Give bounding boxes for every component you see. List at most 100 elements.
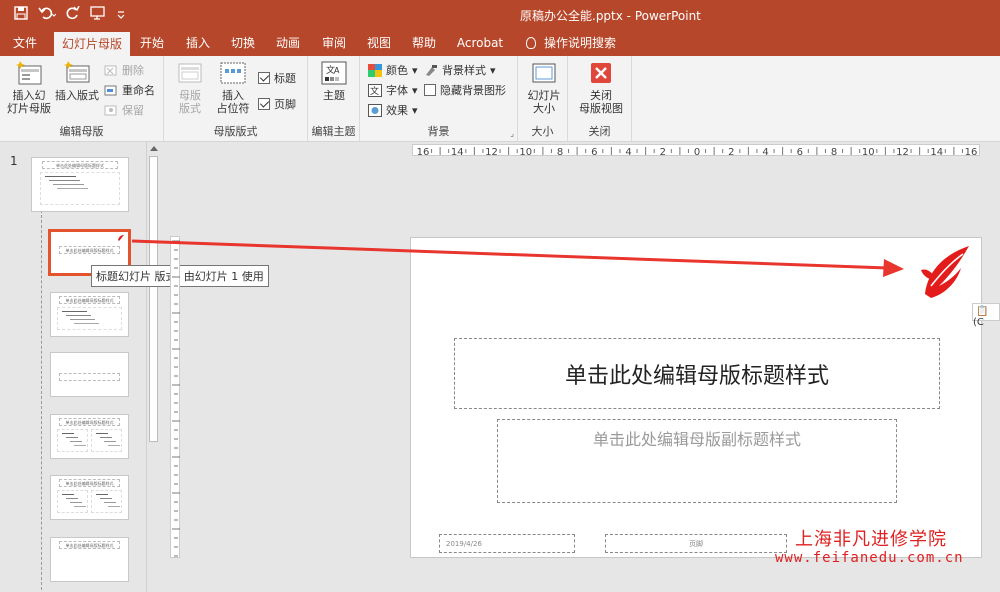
effects-icon <box>368 103 382 117</box>
insert-placeholder-button[interactable]: 插入 占位符 <box>212 60 254 115</box>
slide-number: 1 <box>10 154 18 168</box>
colors-label: 颜色 <box>386 64 408 77</box>
document-title: 原稿办公全能.pptx - PowerPoint <box>520 9 701 23</box>
save-icon[interactable] <box>14 5 28 25</box>
background-styles-button[interactable]: 背景样式 ▾ <box>424 62 496 78</box>
background-dialog-launcher-icon[interactable]: ⌟ <box>510 129 514 138</box>
ruler-label: 14 <box>451 147 464 157</box>
powerpoint-window: 原稿办公全能.pptx - PowerPoint 文件 幻灯片母版 开始 插入 … <box>0 0 1000 592</box>
redo-icon[interactable] <box>66 5 80 25</box>
ruler-label: 16 <box>965 147 978 157</box>
start-from-beginning-icon[interactable] <box>90 5 106 25</box>
tell-me-label: 操作说明搜索 <box>543 36 616 50</box>
watermark-url: www.feifanedu.com.cn <box>775 550 964 566</box>
effects-button[interactable]: 效果 ▾ <box>368 102 418 118</box>
svg-text:文: 文 <box>370 85 379 97</box>
hide-background-graphics-checkbox[interactable]: 隐藏背景图形 <box>424 82 506 98</box>
tab-review[interactable]: 审阅 <box>320 30 348 56</box>
colors-icon <box>368 63 382 77</box>
insert-placeholder-icon <box>219 60 247 86</box>
group-edit-master: 插入幻 灯片母版 插入版式 删除 重命名 保留 编辑母版 <box>0 56 164 142</box>
ruler-label: 0 <box>694 147 700 157</box>
delete-button[interactable]: 删除 <box>104 62 144 78</box>
paste-options-button[interactable]: 📋(C <box>972 303 1000 328</box>
tab-view[interactable]: 视图 <box>365 30 393 56</box>
thumbnail-layout-5-left <box>57 429 88 452</box>
master-layout-button[interactable]: 母版 版式 <box>170 60 210 115</box>
rename-button[interactable]: 重命名 <box>104 82 155 98</box>
hide-background-checkbox-box[interactable] <box>424 84 436 96</box>
footer-checkbox-box[interactable] <box>258 98 270 110</box>
group-edit-theme: 文A 主题 编辑主题 <box>308 56 360 142</box>
slide-canvas[interactable]: 单击此处编辑母版标题样式 单击此处编辑母版副标题样式 2019/4/26 页脚 <box>410 237 982 558</box>
ruler-label: 8 <box>831 147 837 157</box>
ruler-label: 6 <box>591 147 597 157</box>
thumbnail-layout-3-title: 单击此处编辑母版标题样式 <box>58 296 121 304</box>
scroll-up-icon[interactable] <box>150 146 158 151</box>
preserve-button[interactable]: 保留 <box>104 102 144 118</box>
subtitle-placeholder[interactable]: 单击此处编辑母版副标题样式 <box>497 419 897 503</box>
tab-file[interactable]: 文件 <box>10 30 40 56</box>
group-background: 颜色 ▾ 文 字体 ▾ 效果 ▾ 背景样式 ▾ 隐藏背景图形 背景 ⌟ <box>360 56 518 142</box>
layout-connector-line <box>41 210 42 590</box>
title-checkbox-box[interactable] <box>258 72 270 84</box>
slide-size-button[interactable]: 幻灯片 大小 <box>524 60 564 115</box>
thumbnail-layout-4[interactable] <box>50 352 129 397</box>
footer-checkbox[interactable]: 页脚 <box>258 96 296 112</box>
tab-animations[interactable]: 动画 <box>274 30 302 56</box>
tab-home[interactable]: 开始 <box>138 30 166 56</box>
tab-help[interactable]: 帮助 <box>410 30 438 56</box>
ruler-label: 12 <box>896 147 909 157</box>
thumbnail-layout-6[interactable]: 单击此处编辑母版标题样式 <box>50 475 129 520</box>
horizontal-ruler[interactable]: 16 14 12 10 8 6 4 2 0 2 4 6 8 10 12 14 16 <box>412 144 980 158</box>
title-placeholder[interactable]: 单击此处编辑母版标题样式 <box>454 338 940 409</box>
customize-qat-icon[interactable] <box>116 6 126 25</box>
insert-slide-master-button[interactable]: 插入幻 灯片母版 <box>6 60 52 115</box>
insert-layout-button[interactable]: 插入版式 <box>54 60 100 102</box>
title-checkbox[interactable]: 标题 <box>258 70 296 86</box>
scrollbar-thumb[interactable] <box>149 156 158 442</box>
footer-placeholder[interactable]: 页脚 <box>605 534 787 553</box>
title-checkbox-label: 标题 <box>274 72 296 85</box>
lightbulb-icon <box>525 37 536 49</box>
ribbon: 插入幻 灯片母版 插入版式 删除 重命名 保留 编辑母版 母版 版式 插入 占位… <box>0 56 1000 142</box>
undo-icon[interactable] <box>38 6 57 25</box>
ruler-label: 4 <box>625 147 631 157</box>
theme-button[interactable]: 文A 主题 <box>316 60 352 102</box>
group-master-layout: 母版 版式 插入 占位符 标题 页脚 母版版式 <box>164 56 308 142</box>
insert-layout-icon <box>63 60 91 86</box>
thumbnail-layout-7-title: 单击此处编辑母版标题样式 <box>58 541 121 549</box>
date-placeholder[interactable]: 2019/4/26 <box>439 534 575 553</box>
thumbnail-layout-4-title <box>58 373 121 381</box>
master-layout-icon <box>176 60 204 86</box>
effects-label: 效果 <box>386 104 408 117</box>
background-styles-icon <box>424 64 438 77</box>
tab-acrobat[interactable]: Acrobat <box>456 30 504 56</box>
thumbnail-layout-5-title: 单击此处编辑母版标题样式 <box>58 418 121 426</box>
theme-label: 主题 <box>323 89 345 102</box>
tab-slide-master[interactable]: 幻灯片母版 <box>54 32 130 56</box>
thumbnail-layout-7[interactable]: 单击此处编辑母版标题样式 <box>50 537 129 582</box>
tab-transitions[interactable]: 切换 <box>229 30 257 56</box>
title-bar: 原稿办公全能.pptx - PowerPoint <box>0 0 1000 30</box>
group-close: 关闭 母版视图 关闭 <box>568 56 632 142</box>
slide-size-icon <box>530 60 558 86</box>
close-master-view-button[interactable]: 关闭 母版视图 <box>576 60 626 115</box>
tab-insert[interactable]: 插入 <box>184 30 212 56</box>
colors-button[interactable]: 颜色 ▾ <box>368 62 418 78</box>
thumbnail-layout-5[interactable]: 单击此处编辑母版标题样式 <box>50 414 129 459</box>
footer-checkbox-label: 页脚 <box>274 98 296 111</box>
thumbnail-master[interactable]: 单击此处编辑母版标题样式 <box>31 157 129 212</box>
tell-me-search[interactable]: 操作说明搜索 <box>525 30 617 56</box>
fonts-button[interactable]: 文 字体 ▾ <box>368 82 418 98</box>
effects-dropdown-icon: ▾ <box>412 103 418 117</box>
close-master-view-icon <box>587 60 615 86</box>
thumbnail-scrollbar[interactable] <box>146 142 160 592</box>
thumbnail-layout-3[interactable]: 单击此处编辑母版标题样式 <box>50 292 129 337</box>
vertical-ruler[interactable] <box>170 236 180 558</box>
thumbnail-layout-5-right <box>91 429 122 452</box>
ruler-label: 2 <box>728 147 734 157</box>
group-label-close: 关闭 <box>588 125 611 138</box>
watermark-school-name: 上海非凡进修学院 <box>795 529 947 550</box>
delete-icon <box>104 64 118 77</box>
